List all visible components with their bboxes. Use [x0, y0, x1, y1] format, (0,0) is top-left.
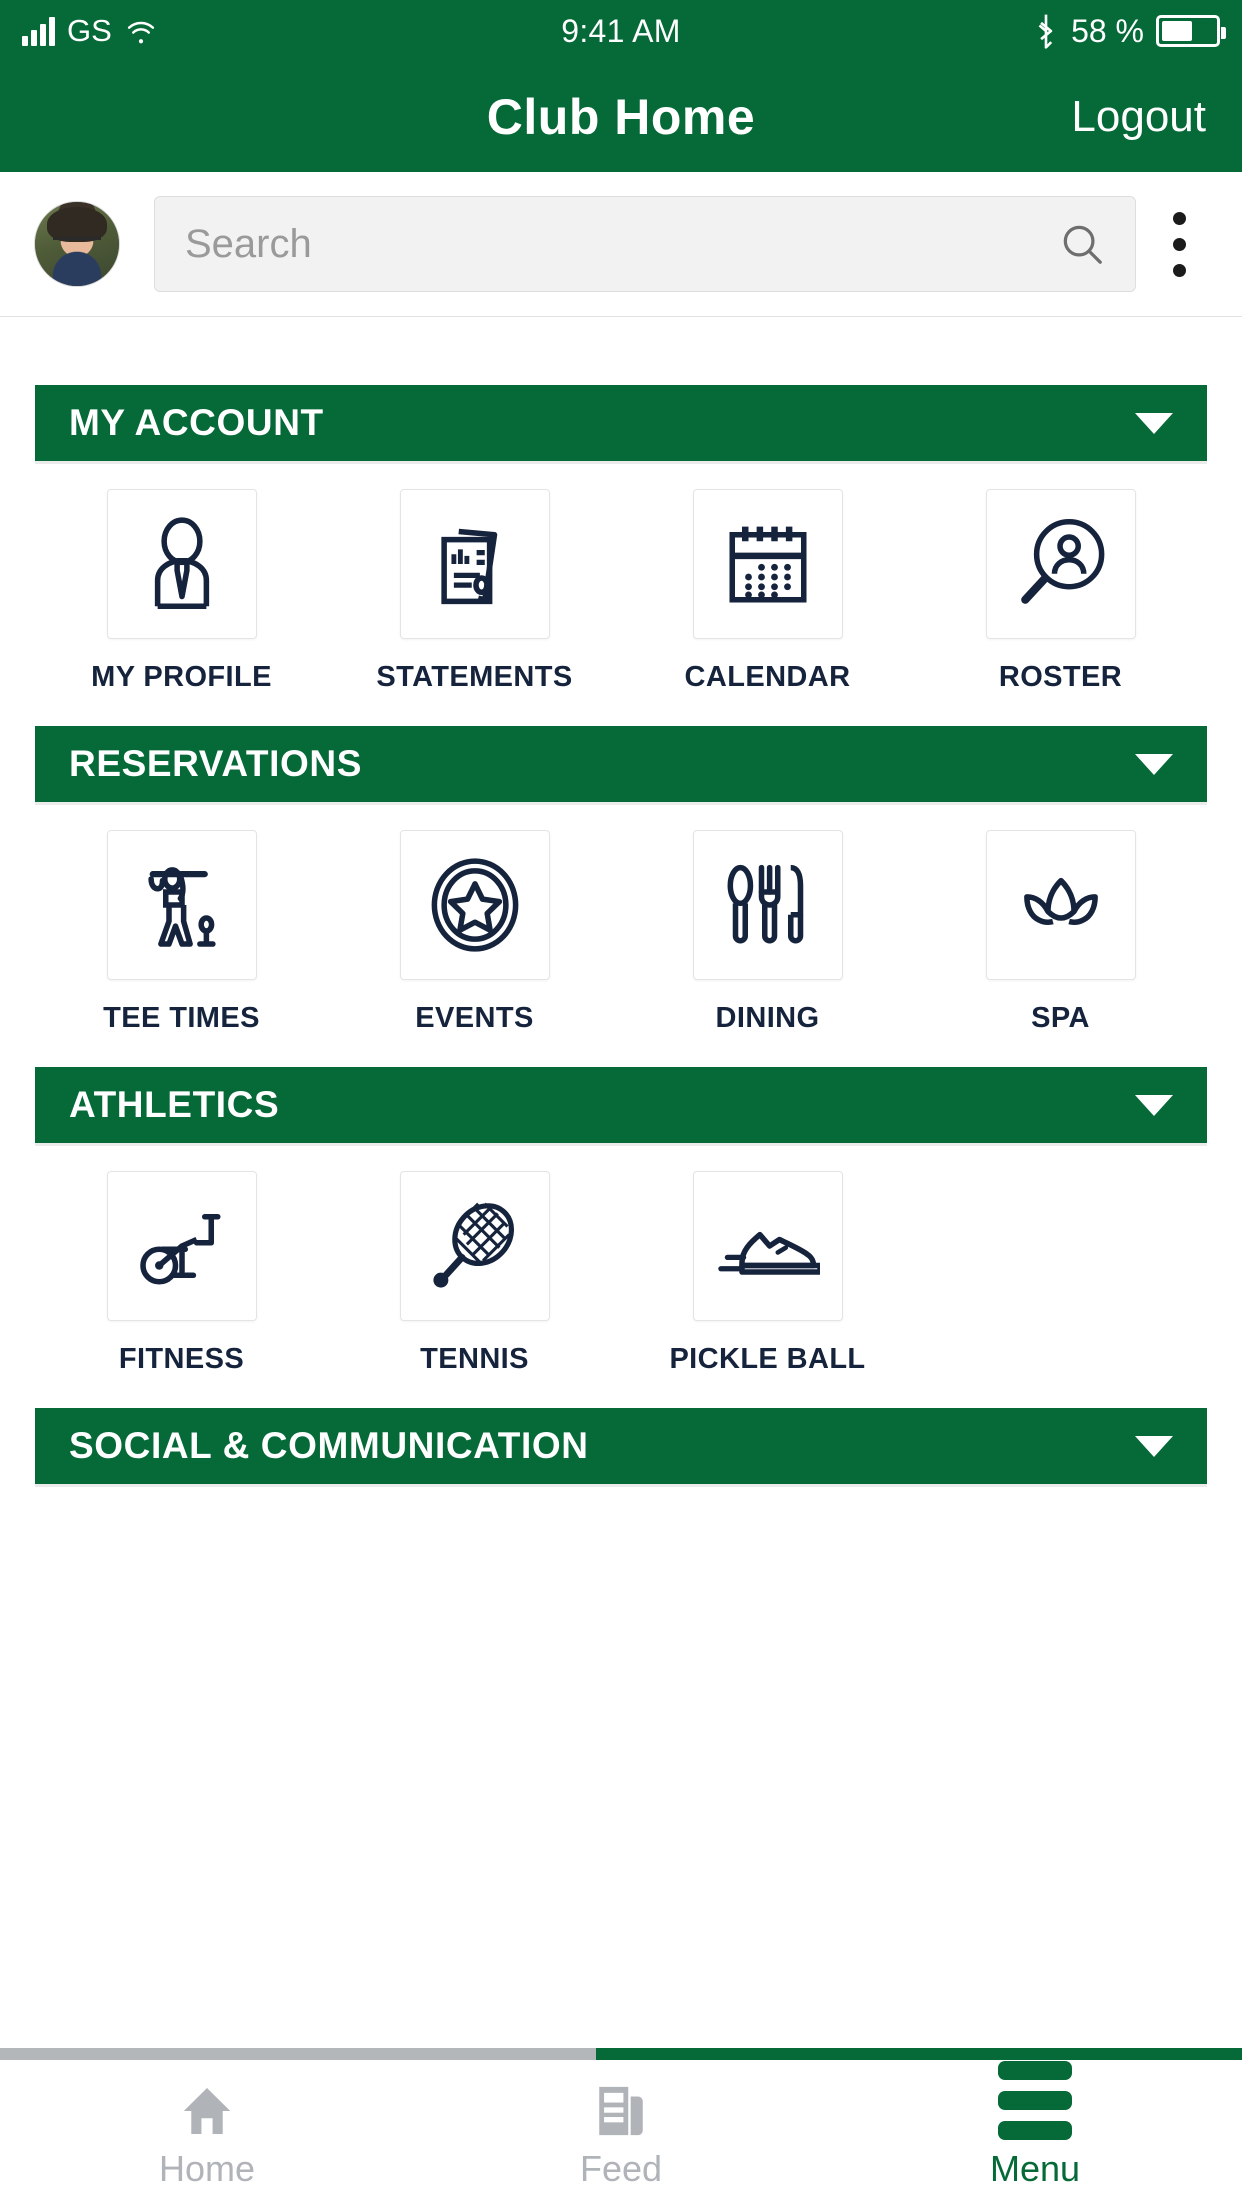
tile-label: SPA: [1031, 1002, 1090, 1034]
sneaker-icon: [717, 1231, 820, 1275]
horizontal-scroll-indicator[interactable]: [0, 2048, 1242, 2060]
tile-label: DINING: [715, 1002, 820, 1034]
newspaper-icon: [592, 2078, 650, 2140]
chevron-down-icon[interactable]: [1135, 1094, 1173, 1116]
tile-dining[interactable]: DINING: [621, 830, 914, 1035]
hamburger-icon: [998, 2061, 1072, 2140]
bluetooth-icon: [1038, 14, 1053, 49]
tab-menu[interactable]: Menu: [828, 2061, 1242, 2190]
tab-label: Feed: [579, 2148, 663, 2189]
tile-tee-times[interactable]: TEE TIMES: [35, 830, 328, 1035]
search-row: Search: [0, 172, 1242, 317]
tile-label: FITNESS: [118, 1343, 245, 1375]
tile-grid-athletics: FITNESS TENNIS PICKLE BALL: [35, 1171, 1207, 1376]
section-header-athletics[interactable]: ATHLETICS: [35, 1067, 1207, 1143]
tile-my-profile[interactable]: MY PROFILE: [35, 489, 328, 694]
battery-icon: [1156, 15, 1226, 47]
section-header-my-account[interactable]: MY ACCOUNT: [35, 385, 1207, 461]
tile-label: TEE TIMES: [103, 1002, 260, 1034]
bottom-tab-bar: Home Feed Menu: [0, 2060, 1242, 2208]
status-bar-left: GS: [22, 13, 158, 49]
person-search-icon: [1020, 518, 1104, 604]
tile-label: PICKLE BALL: [669, 1343, 866, 1375]
tab-label: Menu: [989, 2148, 1081, 2189]
tile-grid-reservations: TEE TIMES EVENTS DINING SPA: [35, 830, 1207, 1035]
star-badge-icon: [431, 858, 518, 952]
tile-roster[interactable]: ROSTER: [914, 489, 1207, 694]
status-bar-right: 58 %: [1033, 12, 1226, 50]
tile-icon-box[interactable]: [985, 830, 1136, 980]
section-title: ATHLETICS: [69, 1084, 280, 1125]
signal-bars-icon: [22, 16, 55, 46]
golfer-icon: [147, 867, 216, 947]
tennis-racket-icon: [432, 1202, 514, 1288]
tile-icon-box[interactable]: [985, 489, 1136, 639]
person-tie-icon: [154, 517, 209, 610]
status-bar: GS 9:41 AM 58 %: [0, 0, 1242, 62]
tile-icon-box[interactable]: [692, 1171, 843, 1321]
tile-icon-box[interactable]: [692, 489, 843, 639]
tile-label: STATEMENTS: [376, 661, 573, 693]
section-title: SOCIAL & COMMUNICATION: [69, 1425, 589, 1466]
tile-pickle-ball[interactable]: PICKLE BALL: [621, 1171, 914, 1376]
calendar-icon: [728, 526, 807, 603]
search-input[interactable]: Search: [154, 196, 1136, 292]
content-scroll-area[interactable]: MY ACCOUNT MY PROFILE STATEMENTS CALENDA…: [0, 317, 1242, 2060]
tile-spa[interactable]: SPA: [914, 830, 1207, 1035]
page-title: Club Home: [486, 89, 756, 145]
search-placeholder: Search: [185, 221, 312, 266]
documents-icon: [440, 528, 497, 605]
navigation-bar: Club Home Logout: [0, 62, 1242, 172]
tab-feed[interactable]: Feed: [414, 2078, 828, 2190]
avatar[interactable]: [34, 201, 120, 287]
tile-calendar[interactable]: CALENDAR: [621, 489, 914, 694]
logout-button[interactable]: Logout: [1071, 92, 1206, 142]
exercise-bike-icon: [139, 1213, 221, 1285]
section-header-social-communication[interactable]: SOCIAL & COMMUNICATION: [35, 1408, 1207, 1484]
tile-fitness[interactable]: FITNESS: [35, 1171, 328, 1376]
tile-icon-box[interactable]: [106, 830, 257, 980]
tile-grid-my-account: MY PROFILE STATEMENTS CALENDAR ROSTER: [35, 489, 1207, 694]
tile-statements[interactable]: STATEMENTS: [328, 489, 621, 694]
tile-icon-box[interactable]: [106, 1171, 257, 1321]
section-title: MY ACCOUNT: [69, 402, 324, 443]
tile-icon-box[interactable]: [106, 489, 257, 639]
tile-label: ROSTER: [998, 661, 1123, 693]
tile-label: CALENDAR: [684, 661, 851, 693]
tile-icon-box[interactable]: [399, 1171, 550, 1321]
tile-tennis[interactable]: TENNIS: [328, 1171, 621, 1376]
section-header-reservations[interactable]: RESERVATIONS: [35, 726, 1207, 802]
home-icon: [176, 2078, 238, 2140]
app-screen: GS 9:41 AM 58 % Club Home Logout Search: [0, 0, 1242, 2208]
tile-label: EVENTS: [415, 1002, 534, 1034]
chevron-down-icon[interactable]: [1135, 1435, 1173, 1457]
lotus-icon: [1023, 877, 1098, 925]
chevron-down-icon[interactable]: [1135, 753, 1173, 775]
chevron-down-icon[interactable]: [1135, 412, 1173, 434]
cutlery-icon: [727, 864, 803, 944]
tile-events[interactable]: EVENTS: [328, 830, 621, 1035]
tile-icon-box[interactable]: [692, 830, 843, 980]
carrier-label: GS: [67, 13, 112, 48]
kebab-menu-icon[interactable]: [1140, 211, 1218, 277]
tile-label: TENNIS: [420, 1343, 529, 1375]
tab-home[interactable]: Home: [0, 2078, 414, 2190]
wifi-icon: [127, 21, 154, 44]
tile-label: MY PROFILE: [91, 661, 272, 693]
tab-label: Home: [158, 2148, 256, 2189]
battery-percent-label: 58 %: [1071, 12, 1144, 49]
section-title: RESERVATIONS: [69, 743, 362, 784]
tile-icon-box[interactable]: [399, 830, 550, 980]
tile-icon-box[interactable]: [399, 489, 550, 639]
search-icon[interactable]: [1059, 221, 1105, 267]
